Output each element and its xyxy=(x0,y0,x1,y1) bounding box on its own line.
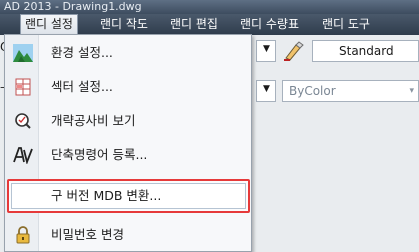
menu-item-label: 섹터 설정... xyxy=(51,79,113,94)
menu-item-label: 개략공사비 보기 xyxy=(51,113,136,128)
lock-icon xyxy=(13,226,33,244)
pen-style-icon[interactable] xyxy=(282,40,308,62)
menu-item-mdb-convert[interactable]: 구 버전 MDB 변환... xyxy=(7,179,250,213)
menu-item-sector-settings[interactable]: 섹터 설정... xyxy=(7,73,250,101)
shortcut-av-icon xyxy=(13,146,33,165)
menu-landy-settings[interactable]: 랜디 설정 xyxy=(20,14,78,35)
sector-grid-icon xyxy=(13,78,33,96)
menu-landy-quantity[interactable]: 랜디 수량표 xyxy=(236,14,303,35)
menu-item-cost-view[interactable]: 개략공사비 보기 xyxy=(7,107,250,135)
menu-item-label: 구 버전 MDB 변환... xyxy=(51,188,162,203)
menu-item-label: 환경 설정... xyxy=(51,45,113,60)
menu-item-environment-settings[interactable]: 환경 설정... xyxy=(7,39,250,67)
menu-landy-edit[interactable]: 랜디 편집 xyxy=(166,14,222,35)
layer-dropdown-tail[interactable]: ▼ xyxy=(256,40,276,62)
color-selector[interactable]: ByColor ▾ xyxy=(282,80,419,102)
menu-item-password-change[interactable]: 비밀번호 변경 xyxy=(7,221,250,249)
menu-landy-draw[interactable]: 랜디 작도 xyxy=(96,14,152,35)
window-title: AD 2013 - Drawing1.dwg xyxy=(0,0,419,14)
linetype-dropdown-tail[interactable]: ▼ xyxy=(256,80,276,102)
text-style-selector[interactable]: Standard xyxy=(312,40,419,62)
landy-settings-menu: 환경 설정... 섹터 설정... 개략공사비 보기 단축명령어 등록... 구… xyxy=(4,34,252,252)
text-style-value: Standard xyxy=(339,44,394,58)
color-value: ByColor xyxy=(289,84,336,98)
landscape-icon xyxy=(13,44,33,62)
menu-landy-tools[interactable]: 랜디 도구 xyxy=(318,14,374,35)
menu-item-shortcut-register[interactable]: 단축명령어 등록... xyxy=(7,141,250,169)
menu-item-label: 단축명령어 등록... xyxy=(51,147,148,162)
chevron-down-icon: ▾ xyxy=(409,86,414,96)
menu-item-label: 비밀번호 변경 xyxy=(51,227,124,242)
cost-magnifier-icon xyxy=(13,112,33,130)
menubar: 랜디 설정 랜디 작도 랜디 편집 랜디 수량표 랜디 도구 xyxy=(0,14,419,35)
chevron-down-icon: ▼ xyxy=(263,44,270,54)
chevron-down-icon: ▼ xyxy=(263,84,270,94)
